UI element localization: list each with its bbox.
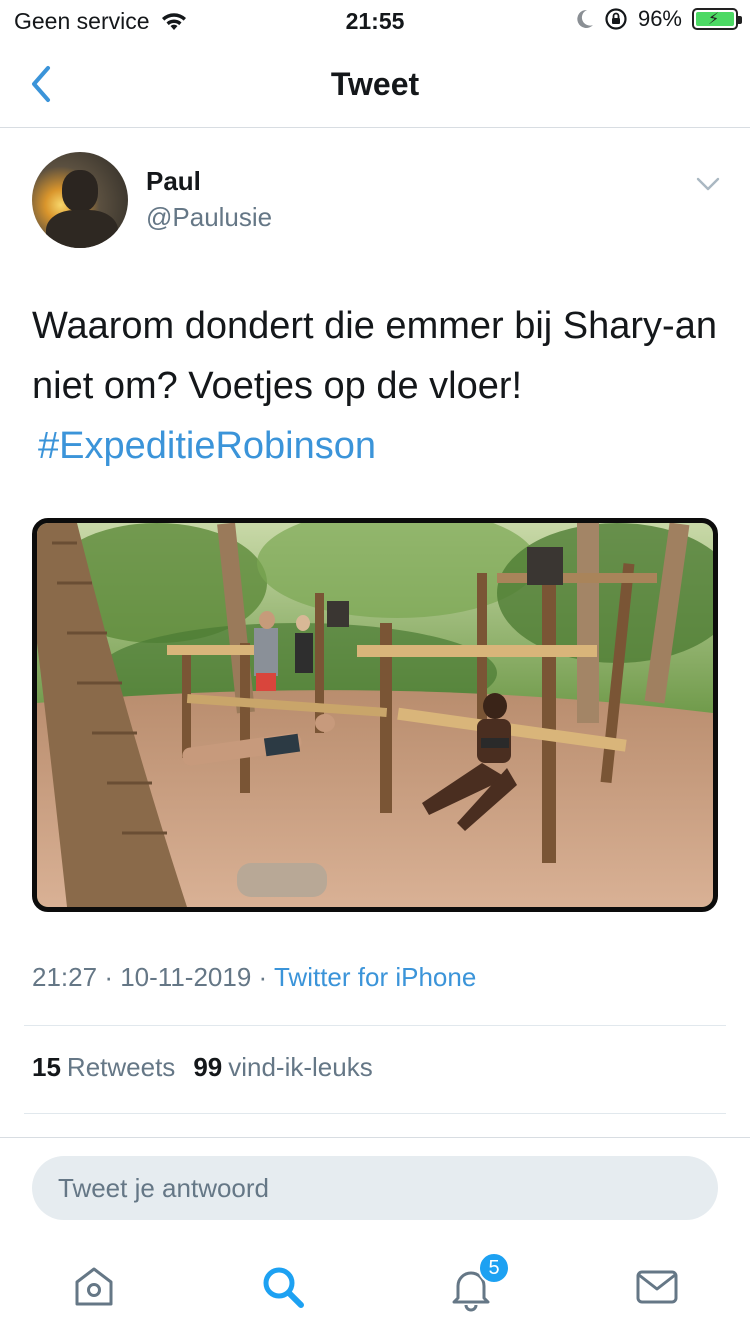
moon-icon xyxy=(577,9,593,28)
tweet-time: 21:27 xyxy=(32,962,98,992)
divider xyxy=(24,1025,726,1026)
tweet-text: Waarom dondert die emmer bij Shary-an ni… xyxy=(32,296,722,476)
likes-count: 99 xyxy=(193,1052,223,1082)
tab-bar xyxy=(0,1252,750,1322)
author-name[interactable]: Paul xyxy=(146,166,201,197)
battery-percent: 96% xyxy=(637,6,682,31)
meta-separator: · xyxy=(104,962,113,992)
tweet-date: 10-11-2019 xyxy=(120,962,252,992)
tweet-source-link[interactable]: Twitter for iPhone xyxy=(274,962,476,992)
orientation-lock-icon xyxy=(605,8,627,30)
tweet-media[interactable] xyxy=(32,518,718,912)
notifications-badge: 5 xyxy=(478,1252,510,1284)
messages-icon[interactable] xyxy=(632,1262,682,1312)
retweets-count: 15 xyxy=(32,1052,61,1082)
divider xyxy=(24,1113,726,1114)
reply-input[interactable] xyxy=(32,1156,718,1220)
tweet-body: Waarom dondert die emmer bij Shary-an ni… xyxy=(32,305,717,407)
home-icon[interactable] xyxy=(69,1262,119,1312)
battery-charging-icon: ⚡ xyxy=(692,8,742,30)
retweets-stat[interactable]: 15 Retweets xyxy=(32,1052,175,1083)
hashtag-link[interactable]: #ExpeditieRobinson xyxy=(38,416,376,476)
search-icon[interactable] xyxy=(258,1262,308,1312)
avatar[interactable] xyxy=(32,152,128,248)
likes-stat[interactable]: 99 vind-ik-leuks xyxy=(193,1052,372,1083)
meta-separator: · xyxy=(258,962,268,992)
media-image xyxy=(37,523,713,907)
chevron-down-icon[interactable] xyxy=(696,176,720,192)
retweets-label: Retweets xyxy=(66,1052,176,1082)
author-handle[interactable]: @Paulusie xyxy=(146,202,272,233)
nav-bar: Tweet xyxy=(0,40,750,128)
tweet-meta: 21:27 · 10-11-2019 · Twitter for iPhone xyxy=(32,962,476,993)
likes-label: vind-ik-leuks xyxy=(228,1052,373,1082)
status-bar: Geen service 21:55 96% ⚡ xyxy=(0,0,750,40)
tweet-stats: 15 Retweets 99 vind-ik-leuks xyxy=(32,1052,373,1083)
page-title: Tweet xyxy=(330,66,420,102)
